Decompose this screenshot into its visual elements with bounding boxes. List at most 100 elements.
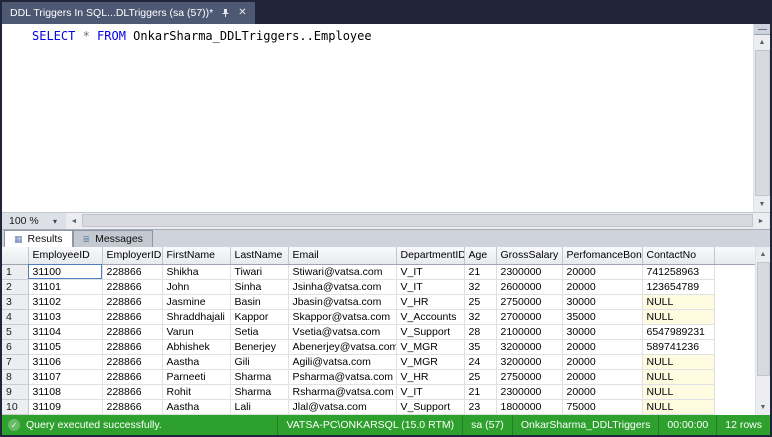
grid-cell[interactable]: Rsharma@vatsa.com xyxy=(288,384,397,400)
grid-cell[interactable]: 741258963 xyxy=(642,264,715,280)
grid-cell[interactable]: 31100 xyxy=(28,264,103,280)
grid-cell[interactable]: 32 xyxy=(464,279,497,295)
grid-cell[interactable]: Sharma xyxy=(230,384,289,400)
grid-cell[interactable]: Tiwari xyxy=(230,264,289,280)
grid-cell[interactable]: 228866 xyxy=(102,384,163,400)
grid-cell[interactable]: V_HR xyxy=(396,294,465,310)
row-number[interactable]: 9 xyxy=(2,384,29,400)
grid-cell[interactable]: Jlal@vatsa.com xyxy=(288,399,397,415)
grid-cell[interactable]: Psharma@vatsa.com xyxy=(288,369,397,385)
row-number[interactable]: 1 xyxy=(2,264,29,280)
horizontal-scrollbar-thumb[interactable] xyxy=(82,214,753,227)
grid-cell[interactable]: 3200000 xyxy=(496,339,563,355)
row-number[interactable]: 10 xyxy=(2,399,29,415)
grid-cell[interactable]: 20000 xyxy=(562,354,643,370)
grid-cell[interactable]: 2100000 xyxy=(496,324,563,340)
column-header-firstname[interactable]: FirstName xyxy=(162,247,231,265)
grid-cell[interactable]: 228866 xyxy=(102,324,163,340)
grid-cell[interactable]: V_IT xyxy=(396,264,465,280)
grid-cell[interactable]: 31105 xyxy=(28,339,103,355)
grid-cell[interactable]: Jasmine xyxy=(162,294,231,310)
grid-cell[interactable]: 35 xyxy=(464,339,497,355)
grid-cell[interactable]: Stiwari@vatsa.com xyxy=(288,264,397,280)
grid-cell[interactable]: Aastha xyxy=(162,354,231,370)
grid-cell[interactable]: Sharma xyxy=(230,369,289,385)
grid-cell[interactable]: 2750000 xyxy=(496,369,563,385)
grid-cell[interactable]: 21 xyxy=(464,264,497,280)
grid-cell[interactable]: 2300000 xyxy=(496,384,563,400)
grid-cell[interactable]: 31103 xyxy=(28,309,103,325)
grid-cell[interactable]: 228866 xyxy=(102,399,163,415)
grid-cell[interactable]: 30000 xyxy=(562,324,643,340)
pin-icon[interactable] xyxy=(221,8,230,18)
column-header-age[interactable]: Age xyxy=(464,247,497,265)
scroll-right-icon[interactable]: ► xyxy=(753,213,769,229)
grid-cell[interactable]: 228866 xyxy=(102,369,163,385)
row-number[interactable]: 8 xyxy=(2,369,29,385)
grid-cell[interactable]: 2700000 xyxy=(496,309,563,325)
grid-cell[interactable]: NULL xyxy=(642,399,715,415)
grid-cell[interactable]: Varun xyxy=(162,324,231,340)
grid-cell[interactable]: 228866 xyxy=(102,264,163,280)
grid-cell[interactable]: 31108 xyxy=(28,384,103,400)
grid-cell[interactable]: Rohit xyxy=(162,384,231,400)
scroll-up-icon[interactable]: ▲ xyxy=(754,35,770,50)
tab-results[interactable]: ▦ Results xyxy=(4,230,73,247)
grid-cell[interactable]: V_Support xyxy=(396,399,465,415)
grid-cell[interactable]: Benerjey xyxy=(230,339,289,355)
grid-cell[interactable]: 31104 xyxy=(28,324,103,340)
scroll-left-icon[interactable]: ◄ xyxy=(66,213,82,229)
grid-scroll-down-icon[interactable]: ▼ xyxy=(756,400,770,415)
grid-cell[interactable]: John xyxy=(162,279,231,295)
grid-cell[interactable]: Jbasin@vatsa.com xyxy=(288,294,397,310)
column-header-departmentid[interactable]: DepartmentID xyxy=(396,247,465,265)
grid-cell[interactable]: Gili xyxy=(230,354,289,370)
grid-cell[interactable]: 2300000 xyxy=(496,264,563,280)
row-number[interactable]: 4 xyxy=(2,309,29,325)
row-number[interactable]: 3 xyxy=(2,294,29,310)
grid-cell[interactable]: Skappor@vatsa.com xyxy=(288,309,397,325)
grid-cell[interactable]: 35000 xyxy=(562,309,643,325)
grid-cell[interactable]: Agili@vatsa.com xyxy=(288,354,397,370)
editor-horizontal-scrollbar[interactable]: ◄ ► xyxy=(66,213,769,229)
row-number[interactable]: 2 xyxy=(2,279,29,295)
grid-cell[interactable]: V_IT xyxy=(396,279,465,295)
grid-cell[interactable]: 24 xyxy=(464,354,497,370)
grid-cell[interactable]: V_IT xyxy=(396,384,465,400)
grid-cell[interactable]: 228866 xyxy=(102,294,163,310)
grid-cell[interactable]: Sinha xyxy=(230,279,289,295)
grid-cell[interactable]: 31101 xyxy=(28,279,103,295)
grid-scroll-up-icon[interactable]: ▲ xyxy=(756,247,770,262)
grid-cell[interactable]: 31107 xyxy=(28,369,103,385)
grid-cell[interactable]: 21 xyxy=(464,384,497,400)
grid-cell[interactable]: NULL xyxy=(642,294,715,310)
grid-cell[interactable]: Lali xyxy=(230,399,289,415)
column-header-employerid[interactable]: EmployerID xyxy=(102,247,163,265)
grid-corner-cell[interactable] xyxy=(2,247,29,265)
column-header-email[interactable]: Email xyxy=(288,247,397,265)
grid-cell[interactable]: Setia xyxy=(230,324,289,340)
grid-cell[interactable]: Basin xyxy=(230,294,289,310)
editor-vertical-scrollbar[interactable]: ▲ ▼ xyxy=(753,24,770,212)
grid-cell[interactable]: V_MGR xyxy=(396,354,465,370)
grid-cell[interactable]: Kappor xyxy=(230,309,289,325)
grid-cell[interactable]: 20000 xyxy=(562,384,643,400)
close-icon[interactable]: ✕ xyxy=(238,8,246,18)
column-header-contactno[interactable]: ContactNo xyxy=(642,247,715,265)
zoom-select[interactable]: 100 % ▾ xyxy=(6,214,60,228)
grid-cell[interactable]: NULL xyxy=(642,309,715,325)
tab-messages[interactable]: ≣ Messages xyxy=(72,230,153,247)
grid-cell[interactable]: 25 xyxy=(464,294,497,310)
grid-cell[interactable]: V_Support xyxy=(396,324,465,340)
grid-cell[interactable]: 228866 xyxy=(102,339,163,355)
column-header-grosssalary[interactable]: GrossSalary xyxy=(496,247,563,265)
grid-cell[interactable]: V_MGR xyxy=(396,339,465,355)
grid-cell[interactable]: 20000 xyxy=(562,339,643,355)
grid-cell[interactable]: 20000 xyxy=(562,369,643,385)
grid-vertical-scrollbar[interactable]: ▲ ▼ xyxy=(755,247,770,415)
grid-cell[interactable]: 31102 xyxy=(28,294,103,310)
grid-cell[interactable]: 31109 xyxy=(28,399,103,415)
grid-cell[interactable]: V_Accounts xyxy=(396,309,465,325)
column-header-employeeid[interactable]: EmployeeID xyxy=(28,247,103,265)
grid-cell[interactable]: Vsetia@vatsa.com xyxy=(288,324,397,340)
